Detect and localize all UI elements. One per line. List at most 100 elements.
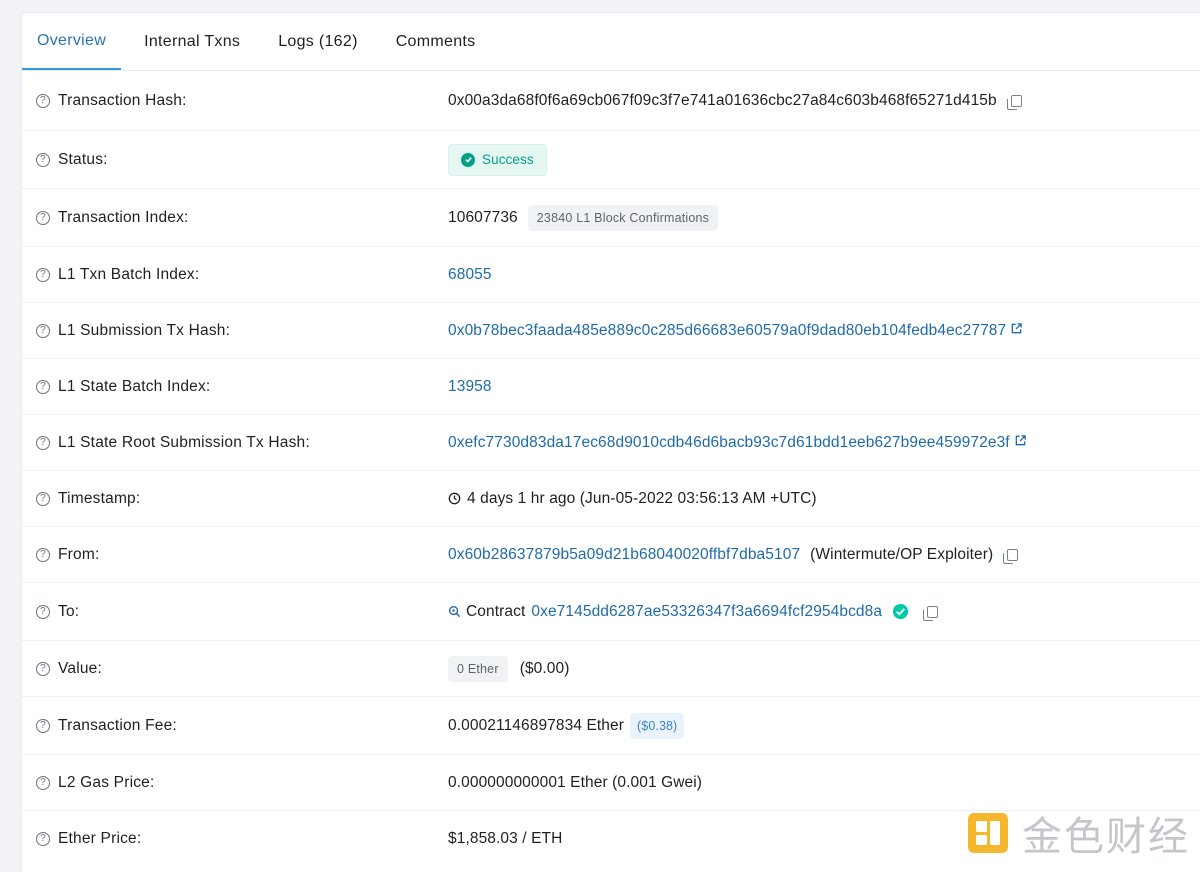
watermark-logo: [966, 811, 1010, 855]
transaction-details-card: Overview Internal Txns Logs (162) Commen…: [21, 12, 1200, 872]
label-text: Status:: [58, 150, 108, 168]
field-label: ? L1 State Batch Index:: [36, 378, 210, 396]
field-label: ? Transaction Fee:: [36, 717, 177, 735]
field-value: 0x60b28637879b5a09d21b68040020ffbf7dba51…: [448, 545, 1019, 564]
field-label: ? L2 Gas Price:: [36, 774, 155, 792]
row-timestamp: ? Timestamp: 4 days 1 hr ago (Jun-05-2022…: [22, 471, 1200, 527]
external-link-icon[interactable]: [1010, 322, 1023, 340]
copy-icon[interactable]: [923, 605, 939, 621]
field-label: ? L1 Txn Batch Index:: [36, 266, 199, 284]
field-value: Contract 0xe7145dd6287ae53326347f3a6694f…: [448, 603, 939, 621]
question-icon[interactable]: ?: [36, 604, 50, 619]
tab-comments[interactable]: Comments: [381, 14, 491, 70]
question-icon[interactable]: ?: [36, 661, 50, 676]
from-name-tag: (Wintermute/OP Exploiter): [810, 545, 994, 563]
question-icon[interactable]: ?: [36, 93, 50, 108]
field-value: 0.000000000001 Ether (0.001 Gwei): [448, 774, 702, 792]
field-value: 13958: [448, 378, 492, 396]
value-usd: ($0.00): [519, 659, 570, 677]
field-label: ? L1 State Root Submission Tx Hash:: [36, 434, 310, 452]
field-label: ? Transaction Index:: [36, 209, 189, 227]
label-text: L1 State Root Submission Tx Hash:: [58, 433, 310, 451]
question-icon[interactable]: ?: [36, 323, 50, 338]
ether-price-value: $1,858.03 / ETH: [448, 830, 563, 847]
field-value: Success: [448, 143, 547, 176]
label-text: L1 State Batch Index:: [58, 377, 211, 395]
question-icon[interactable]: ?: [36, 547, 50, 562]
label-text: Transaction Fee:: [58, 716, 177, 734]
tab-label: Comments: [395, 33, 476, 50]
field-label: ? Timestamp:: [36, 490, 140, 508]
l1-submission-hash-link[interactable]: 0x0b78bec3faada485e889c0c285d66683e60579…: [448, 322, 1006, 340]
label-text: Ether Price:: [58, 830, 142, 847]
timestamp-value: 4 days 1 hr ago (Jun-05-2022 03:56:13 AM…: [467, 489, 817, 507]
row-l1-submission-tx-hash: ? L1 Submission Tx Hash: 0x0b78bec3faada4…: [22, 303, 1200, 359]
copy-icon[interactable]: [1006, 94, 1022, 110]
tab-internal-txns[interactable]: Internal Txns: [129, 14, 255, 70]
l1-state-batch-link[interactable]: 13958: [448, 378, 492, 396]
field-label: ? From:: [36, 546, 99, 564]
transaction-hash-value: 0x00a3da68f0f6a69cb067f09c3f7e741a01636c…: [448, 91, 997, 109]
row-l2-gas-price: ? L2 Gas Price: 0.000000000001 Ether (0.0…: [22, 755, 1200, 811]
field-label: ? L1 Submission Tx Hash:: [36, 322, 230, 340]
label-text: To:: [58, 602, 80, 620]
gas-price-value: 0.000000000001 Ether (0.001 Gwei): [448, 773, 703, 791]
question-icon[interactable]: ?: [36, 152, 50, 167]
question-icon[interactable]: ?: [36, 435, 50, 450]
row-l1-txn-batch-index: ? L1 Txn Batch Index: 68055: [22, 247, 1200, 303]
watermark: 金色财经: [966, 804, 1190, 862]
label-text: Value:: [58, 659, 102, 677]
field-value: 0 Ether ($0.00): [448, 655, 570, 682]
question-icon[interactable]: ?: [36, 775, 50, 790]
question-icon[interactable]: ?: [36, 267, 50, 282]
field-value: $1,858.03 / ETH: [448, 830, 562, 848]
verified-check-icon: [892, 603, 909, 620]
field-value: 0.00021146897834 Ether ($0.38): [448, 712, 685, 739]
to-address-link[interactable]: 0xe7145dd6287ae53326347f3a6694fcf2954bcd…: [531, 603, 882, 621]
question-icon[interactable]: ?: [36, 491, 50, 506]
fee-usd-badge: ($0.38): [630, 712, 685, 739]
tab-overview[interactable]: Overview: [22, 14, 122, 70]
row-to: ? To: Contract 0xe7145dd6287ae53326347f3a…: [22, 583, 1200, 641]
row-transaction-index: ? Transaction Index: 10607736 23840 L1 Bl…: [22, 189, 1200, 247]
label-text: L1 Txn Batch Index:: [58, 265, 200, 283]
contract-search-icon: [448, 605, 461, 618]
row-l1-state-batch-index: ? L1 State Batch Index: 13958: [22, 359, 1200, 415]
confirmations-badge: 23840 L1 Block Confirmations: [527, 204, 719, 231]
tab-label: Overview: [37, 32, 107, 49]
field-value: 0xefc7730d83da17ec68d9010cdb46d6bacb93c7…: [448, 434, 1027, 452]
question-icon[interactable]: ?: [36, 718, 50, 733]
check-circle-icon: [461, 152, 475, 167]
l1-batch-index-link[interactable]: 68055: [448, 266, 492, 284]
label-text: Transaction Index:: [58, 208, 189, 226]
status-text: Success: [482, 152, 534, 167]
field-label: ? Value:: [36, 660, 102, 678]
row-from: ? From: 0x60b28637879b5a09d21b68040020ffb…: [22, 527, 1200, 583]
row-transaction-hash: ? Transaction Hash: 0x00a3da68f0f6a69cb06…: [22, 71, 1200, 131]
question-icon[interactable]: ?: [36, 832, 50, 846]
field-value: 68055: [448, 266, 492, 284]
field-label: ? Status:: [36, 151, 108, 169]
row-transaction-fee: ? Transaction Fee: 0.00021146897834 Ether…: [22, 697, 1200, 755]
question-icon[interactable]: ?: [36, 210, 50, 225]
row-value: ? Value: 0 Ether ($0.00): [22, 641, 1200, 697]
l1-state-root-hash-link[interactable]: 0xefc7730d83da17ec68d9010cdb46d6bacb93c7…: [448, 434, 1010, 452]
tab-label: Internal Txns: [144, 33, 241, 50]
tab-logs[interactable]: Logs (162): [263, 14, 373, 70]
external-link-icon[interactable]: [1014, 434, 1027, 452]
clock-icon: [448, 492, 461, 505]
label-text: L2 Gas Price:: [58, 773, 155, 791]
question-icon[interactable]: ?: [36, 379, 50, 394]
from-address-link[interactable]: 0x60b28637879b5a09d21b68040020ffbf7dba51…: [448, 546, 800, 564]
row-status: ? Status: Success: [22, 131, 1200, 189]
field-label: ? Transaction Hash:: [36, 92, 187, 110]
label-text: From:: [58, 545, 100, 563]
copy-icon[interactable]: [1003, 548, 1019, 564]
status-badge: Success: [448, 143, 547, 176]
label-text: Transaction Hash:: [58, 91, 187, 109]
row-l1-state-root-hash: ? L1 State Root Submission Tx Hash: 0xefc…: [22, 415, 1200, 471]
tab-label: Logs (162): [278, 33, 358, 50]
field-label: ? Ether Price:: [36, 830, 141, 848]
watermark-text: 金色财经: [1022, 814, 1190, 860]
field-value: 0x00a3da68f0f6a69cb067f09c3f7e741a01636c…: [448, 92, 1022, 110]
